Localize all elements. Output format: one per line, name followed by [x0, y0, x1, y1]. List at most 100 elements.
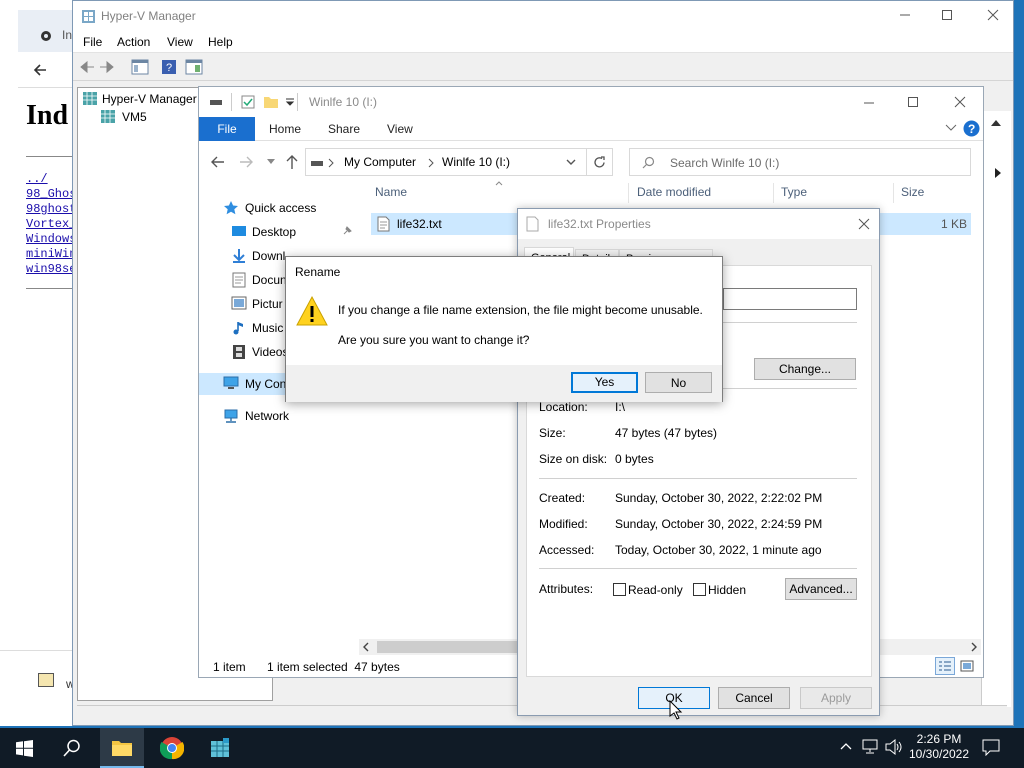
expand-ribbon-icon[interactable]	[945, 124, 957, 132]
ribbon-tab-view[interactable]: View	[387, 122, 413, 136]
column-header-name[interactable]: Name	[375, 185, 407, 199]
menu-view[interactable]: View	[167, 35, 193, 49]
link-item[interactable]: 98ghost	[26, 202, 72, 217]
show-hide-tree-icon[interactable]	[131, 59, 149, 75]
volume-icon[interactable]	[885, 739, 903, 755]
chevron-up-icon[interactable]	[840, 742, 852, 750]
network-icon[interactable]	[862, 739, 880, 755]
close-icon[interactable]	[954, 96, 966, 108]
nav-network[interactable]: Network	[199, 405, 367, 427]
menu-action[interactable]: Action	[117, 35, 150, 49]
search-box[interactable]: Search Winlfe 10 (I:)	[629, 148, 971, 176]
new-folder-icon[interactable]	[263, 94, 279, 109]
readonly-checkbox[interactable]	[613, 583, 626, 596]
svg-text:?: ?	[968, 122, 975, 136]
menu-help[interactable]: Help	[208, 35, 233, 49]
column-header-date-modified[interactable]: Date modified	[637, 185, 711, 199]
scroll-right-icon[interactable]	[994, 167, 1002, 179]
hyperv-taskbar-icon[interactable]	[209, 737, 231, 759]
created-value: Sunday, October 30, 2022, 2:22:02 PM	[615, 491, 823, 505]
desktop-icon	[231, 224, 247, 240]
breadcrumb-my-computer[interactable]: My Computer	[344, 155, 416, 169]
maximize-icon[interactable]	[941, 9, 953, 21]
scroll-thumb[interactable]	[377, 641, 517, 653]
hyperv-manager-tree-icon	[82, 91, 98, 106]
ribbon-tab-home[interactable]: Home	[269, 122, 301, 136]
hidden-checkbox[interactable]	[693, 583, 706, 596]
help-icon[interactable]: ?	[161, 59, 177, 75]
nav-label: Docun	[252, 273, 287, 287]
settings-icon	[38, 28, 54, 44]
column-header-type[interactable]: Type	[781, 185, 807, 199]
cancel-button[interactable]: Cancel	[718, 687, 790, 709]
recent-locations-icon[interactable]	[267, 159, 275, 165]
advanced-button[interactable]: Advanced...	[785, 578, 857, 600]
modified-label: Modified:	[539, 517, 588, 531]
notification-icon[interactable]	[982, 739, 1000, 756]
windows-start-icon[interactable]	[16, 740, 33, 757]
tree-item-vm5[interactable]: VM5	[122, 110, 147, 124]
large-icons-view-icon[interactable]	[959, 658, 975, 674]
folder-icon	[111, 738, 133, 757]
help-icon[interactable]: ?	[963, 120, 980, 137]
minimize-icon[interactable]	[863, 97, 875, 109]
hidden-label: Hidden	[708, 583, 747, 597]
up-arrow-icon[interactable]	[285, 154, 299, 170]
text-file-icon	[377, 216, 390, 232]
chevron-down-icon[interactable]	[566, 159, 576, 166]
nav-quick-access[interactable]: Quick access	[199, 197, 367, 219]
accessed-value: Today, October 30, 2022, 1 minute ago	[615, 543, 822, 557]
nav-desktop[interactable]: Desktop	[199, 221, 367, 243]
address-bar[interactable]: My Computer Winlfe 10 (I:)	[305, 148, 587, 176]
divider	[297, 93, 298, 111]
taskbar-file-explorer[interactable]	[100, 728, 144, 768]
file-name-input[interactable]	[723, 288, 857, 310]
pin-icon[interactable]	[342, 226, 352, 236]
scroll-right-icon[interactable]	[971, 642, 977, 652]
size-on-disk-value: 0 bytes	[615, 452, 654, 466]
ribbon-tab-file[interactable]: File	[199, 117, 255, 141]
back-arrow-icon[interactable]	[32, 62, 48, 78]
link-item[interactable]: miniWin	[26, 247, 72, 262]
apply-button[interactable]: Apply	[800, 687, 872, 709]
clock[interactable]: 2:26 PM 10/30/2022	[906, 732, 972, 762]
properties-check-icon[interactable]	[241, 95, 255, 109]
ribbon-tabs: File Home Share View ?	[199, 117, 983, 141]
scroll-up-icon[interactable]	[990, 119, 1002, 127]
back-arrow-icon[interactable]	[211, 155, 225, 169]
link-item[interactable]: 98_Ghos	[26, 187, 72, 202]
confirmation-question: Are you sure you want to change it?	[338, 333, 530, 347]
menu-file[interactable]: File	[83, 35, 102, 49]
change-button[interactable]: Change...	[754, 358, 856, 380]
link-item[interactable]: win98se	[26, 262, 72, 277]
customize-dropdown-icon[interactable]	[285, 97, 295, 107]
minimize-icon[interactable]	[899, 9, 911, 21]
dialog-title: Rename	[295, 265, 341, 279]
forward-icon[interactable]	[99, 60, 115, 74]
no-button[interactable]: No	[645, 372, 712, 393]
right-pane-scrollbar[interactable]	[981, 111, 1011, 707]
computer-icon	[223, 376, 239, 392]
link-item[interactable]: Vortex_	[26, 217, 72, 232]
action-pane-icon[interactable]	[185, 59, 203, 75]
link-item[interactable]: Windows	[26, 232, 72, 247]
breadcrumb-drive[interactable]: Winlfe 10 (I:)	[442, 155, 510, 169]
column-header-size[interactable]: Size	[901, 185, 924, 199]
close-icon[interactable]	[987, 9, 999, 21]
link-item[interactable]: ../	[26, 172, 72, 187]
maximize-icon[interactable]	[907, 96, 919, 108]
close-icon[interactable]	[858, 218, 870, 230]
chevron-right-icon	[428, 158, 434, 168]
back-icon[interactable]	[79, 60, 95, 74]
chrome-icon[interactable]	[160, 736, 184, 760]
scroll-left-icon[interactable]	[363, 642, 369, 652]
details-view-icon[interactable]	[935, 657, 955, 675]
divider	[773, 183, 774, 203]
size-value: 47 bytes (47 bytes)	[615, 426, 718, 440]
yes-button[interactable]: Yes	[571, 372, 638, 393]
forward-arrow-icon[interactable]	[239, 155, 253, 169]
search-icon[interactable]	[63, 739, 81, 757]
ribbon-tab-share[interactable]: Share	[328, 122, 360, 136]
tree-root-hyperv-manager[interactable]: Hyper-V Manager	[102, 92, 197, 106]
refresh-button[interactable]	[587, 148, 613, 176]
